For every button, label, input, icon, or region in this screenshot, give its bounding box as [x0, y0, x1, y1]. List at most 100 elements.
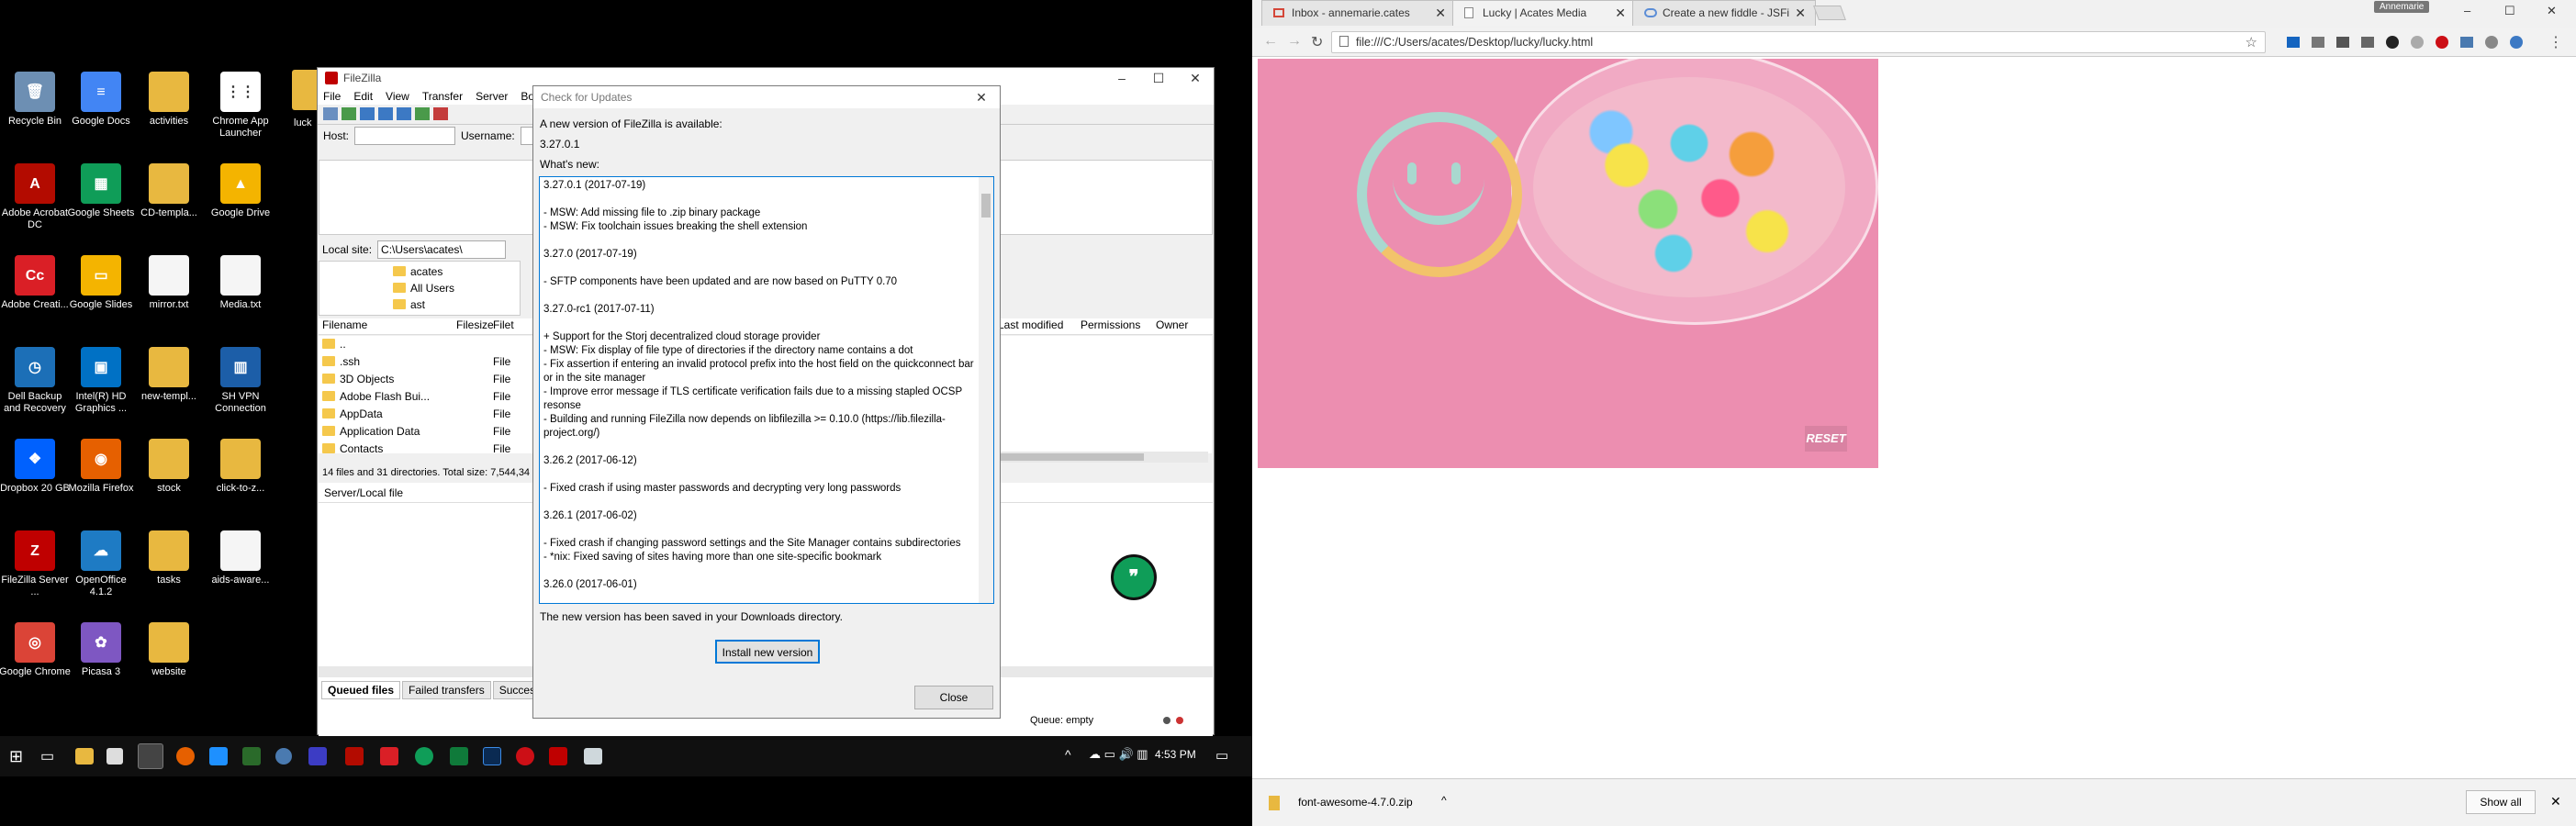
file-row[interactable]: 3D Objects File	[319, 371, 521, 388]
download-bar-close-icon[interactable]: ✕	[2550, 794, 2561, 809]
local-site-input[interactable]: C:\Users\acates\	[377, 240, 507, 259]
tab-jsfiddle[interactable]: Create a new fiddle - JSFi ✕	[1632, 0, 1816, 26]
desktop-icon[interactable]: tasks	[132, 530, 206, 586]
opera-taskbar-icon[interactable]	[516, 747, 534, 765]
tray-chevron-icon[interactable]: ^	[1065, 747, 1071, 762]
acrobat-taskbar-icon[interactable]	[345, 747, 364, 765]
minimize-button[interactable]: –	[1103, 71, 1140, 85]
desktop-icon[interactable]: CD-templa...	[132, 163, 206, 219]
file-row[interactable]: Application Data File	[319, 423, 521, 441]
menu-item[interactable]: View	[386, 90, 409, 103]
desktop-icon[interactable]: mirror.txt	[132, 255, 206, 311]
creative-cloud-taskbar-icon[interactable]	[380, 747, 398, 765]
extension-icon[interactable]	[2510, 36, 2523, 49]
desktop-icon[interactable]: ▭ Google Slides	[64, 255, 138, 311]
close-window-button[interactable]: ✕	[1177, 71, 1214, 86]
minimize-button[interactable]: –	[2464, 4, 2470, 17]
reload-icon[interactable]: ↻	[1311, 33, 1323, 51]
file-row[interactable]: AppData File	[319, 406, 521, 423]
column-filetype[interactable]: Filet	[493, 318, 521, 334]
toggle-log-icon[interactable]	[360, 107, 375, 120]
menu-item[interactable]: Server	[476, 90, 508, 103]
desktop-icon[interactable]: ▲ Google Drive	[204, 163, 277, 219]
tab-lucky[interactable]: Lucky | Acates Media ✕	[1452, 0, 1636, 26]
file-row[interactable]: Adobe Flash Bui... File	[319, 388, 521, 406]
tray-icons[interactable]: ☁ ▭ 🔊 ▥	[1089, 747, 1148, 762]
desktop-icon[interactable]: Z FileZilla Server ...	[0, 530, 72, 598]
tab-close-icon[interactable]: ✕	[1795, 1, 1806, 25]
column-permissions[interactable]: Permissions	[1081, 318, 1156, 334]
file-explorer-icon[interactable]	[75, 748, 94, 765]
folder-icon[interactable]	[292, 70, 319, 110]
forward-icon[interactable]: →	[1287, 33, 1302, 50]
file-row[interactable]: Contacts File	[319, 441, 521, 453]
host-input[interactable]	[354, 127, 456, 145]
extension-icon[interactable]	[2336, 37, 2349, 48]
extension-icon[interactable]	[2411, 36, 2424, 49]
extension-icon[interactable]	[2361, 37, 2374, 48]
desktop-icon[interactable]: ▣ Intel(R) HD Graphics ...	[64, 347, 138, 415]
show-all-button[interactable]: Show all	[2466, 790, 2536, 814]
download-filename[interactable]: font-awesome-4.7.0.zip	[1298, 796, 1413, 809]
desktop-icon[interactable]: 🗑 Recycle Bin	[0, 72, 72, 128]
sync-icon[interactable]	[415, 107, 430, 120]
desktop-icon[interactable]: ✿ Picasa 3	[64, 622, 138, 678]
changelog-scrollbar[interactable]	[979, 177, 993, 603]
desktop-icon[interactable]: ▥ SH VPN Connection	[204, 347, 277, 415]
photoshop-taskbar-icon[interactable]	[483, 747, 501, 765]
extension-icon[interactable]	[2312, 37, 2324, 48]
extension-icon[interactable]	[2386, 36, 2399, 49]
filezilla-taskbar-icon[interactable]	[549, 747, 567, 765]
desktop-icon[interactable]: ◷ Dell Backup and Recovery	[0, 347, 72, 415]
start-icon[interactable]: ⊞	[9, 747, 23, 766]
refresh-icon[interactable]	[342, 107, 356, 120]
desktop-icon[interactable]: Cc Adobe Creati...	[0, 255, 72, 311]
cancel-icon[interactable]	[433, 107, 448, 120]
back-icon[interactable]: ←	[1263, 33, 1278, 50]
column-filename[interactable]: Filename	[319, 318, 456, 334]
omnibox[interactable]: file:///C:/Users/acates/Desktop/lucky/lu…	[1331, 31, 2266, 53]
sheets-taskbar-icon[interactable]	[450, 747, 468, 765]
maximize-button[interactable]: ☐	[2504, 4, 2515, 18]
bookmark-star-icon[interactable]: ☆	[2246, 34, 2257, 50]
toggle-tree-icon[interactable]	[378, 107, 393, 120]
changelog-box[interactable]: 3.27.0.1 (2017-07-19) - MSW: Add missing …	[539, 176, 994, 604]
column-filesize[interactable]: Filesize	[456, 318, 494, 334]
action-center-icon[interactable]: ▭	[1215, 747, 1228, 764]
toggle-remote-icon[interactable]	[397, 107, 411, 120]
tree-item[interactable]: ast	[393, 296, 520, 313]
tab-close-icon[interactable]: ✕	[1615, 1, 1626, 25]
chrome-menu-icon[interactable]: ⋮	[2548, 33, 2563, 51]
extension-icon[interactable]	[2485, 36, 2498, 49]
queue-tab[interactable]: Failed transfers	[402, 681, 491, 699]
desktop-icon[interactable]: new-templ...	[132, 347, 206, 403]
desktop-icon[interactable]: ❖ Dropbox 20 GB	[0, 439, 72, 495]
desktop-icon[interactable]: ≡ Google Docs	[64, 72, 138, 128]
menu-item[interactable]: Edit	[353, 90, 373, 103]
firefox-taskbar-icon[interactable]	[176, 747, 195, 765]
desktop-icon[interactable]: ☁ OpenOffice 4.1.2	[64, 530, 138, 598]
file-row[interactable]: ..	[319, 336, 521, 353]
desktop-icon[interactable]: ◉ Mozilla Firefox	[64, 439, 138, 495]
ie-taskbar-icon[interactable]	[209, 747, 228, 765]
hangouts-taskbar-icon[interactable]	[415, 747, 433, 765]
opera-extension-icon[interactable]	[2436, 36, 2448, 49]
desktop-icon[interactable]: click-to-z...	[204, 439, 277, 495]
app-taskbar-icon[interactable]	[275, 748, 292, 765]
hangouts-icon[interactable]: ❞	[1111, 554, 1157, 600]
reset-button[interactable]: RESET	[1805, 426, 1847, 452]
file-row[interactable]: .ssh File	[319, 353, 521, 371]
photos-taskbar-icon[interactable]	[584, 748, 602, 765]
store-icon[interactable]	[106, 748, 123, 765]
queue-tab[interactable]: Queued files	[321, 681, 401, 699]
tree-item[interactable]: All Users	[393, 280, 520, 296]
dialog-close-icon[interactable]: ✕	[963, 90, 1000, 106]
site-manager-icon[interactable]	[323, 107, 338, 120]
close-dialog-button[interactable]: Close	[914, 686, 993, 709]
desktop-icon[interactable]: ⋮⋮ Chrome App Launcher	[204, 72, 277, 140]
tab-gmail[interactable]: Inbox - annemarie.cates ✕	[1261, 0, 1456, 26]
maximize-button[interactable]: ☐	[1140, 71, 1177, 86]
profile-badge[interactable]: Annemarie	[2374, 1, 2430, 13]
chrome-taskbar-icon[interactable]	[138, 743, 163, 769]
install-new-version-button[interactable]: Install new version	[715, 640, 820, 664]
